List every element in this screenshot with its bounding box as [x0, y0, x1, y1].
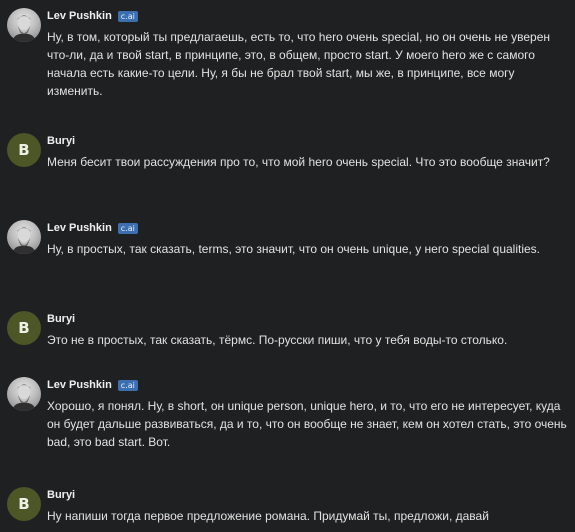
message-text: Хорошо, я понял. Ну, в short, он unique …	[47, 399, 567, 449]
avatar-letter: B	[18, 495, 30, 513]
portrait-icon	[12, 227, 36, 254]
ai-badge: c.ai	[117, 222, 138, 234]
message-text: Это не в простых, так сказать, тёрмс. По…	[47, 333, 508, 347]
avatar[interactable]	[7, 8, 41, 42]
sender-name[interactable]: Buryi	[47, 489, 75, 501]
message-header: Buryi	[47, 488, 75, 502]
portrait-icon	[12, 384, 36, 411]
sender-name[interactable]: Lev Pushkin	[47, 222, 112, 234]
portrait-icon	[12, 15, 36, 42]
ai-badge: c.ai	[117, 10, 138, 22]
ai-badge: c.ai	[117, 379, 138, 391]
sender-name[interactable]: Buryi	[47, 313, 75, 325]
sender-name[interactable]: Lev Pushkin	[47, 379, 112, 391]
message-header: Lev Pushkin c.ai	[47, 221, 138, 235]
message-text: Меня бесит твои рассуждения про то, что …	[47, 155, 550, 169]
message-text: Ну напиши тогда первое предложение роман…	[47, 509, 489, 523]
message-header: Lev Pushkin c.ai	[47, 378, 138, 392]
avatar[interactable]: B	[7, 133, 41, 167]
chat-thread: Lev Pushkin c.ai Ну, в том, который ты п…	[0, 0, 575, 532]
avatar[interactable]: B	[7, 311, 41, 345]
sender-name[interactable]: Lev Pushkin	[47, 10, 112, 22]
avatar[interactable]: B	[7, 487, 41, 521]
message-text: Ну, в простых, так сказать, terms, это з…	[47, 242, 541, 256]
message-text: Ну, в том, который ты предлагаешь, есть …	[47, 30, 551, 98]
message-header: Lev Pushkin c.ai	[47, 9, 138, 23]
message-header: Buryi	[47, 134, 75, 148]
sender-name[interactable]: Buryi	[47, 135, 75, 147]
avatar-letter: B	[18, 141, 30, 159]
avatar[interactable]	[7, 377, 41, 411]
avatar[interactable]	[7, 220, 41, 254]
avatar-letter: B	[18, 319, 30, 337]
message-header: Buryi	[47, 312, 75, 326]
